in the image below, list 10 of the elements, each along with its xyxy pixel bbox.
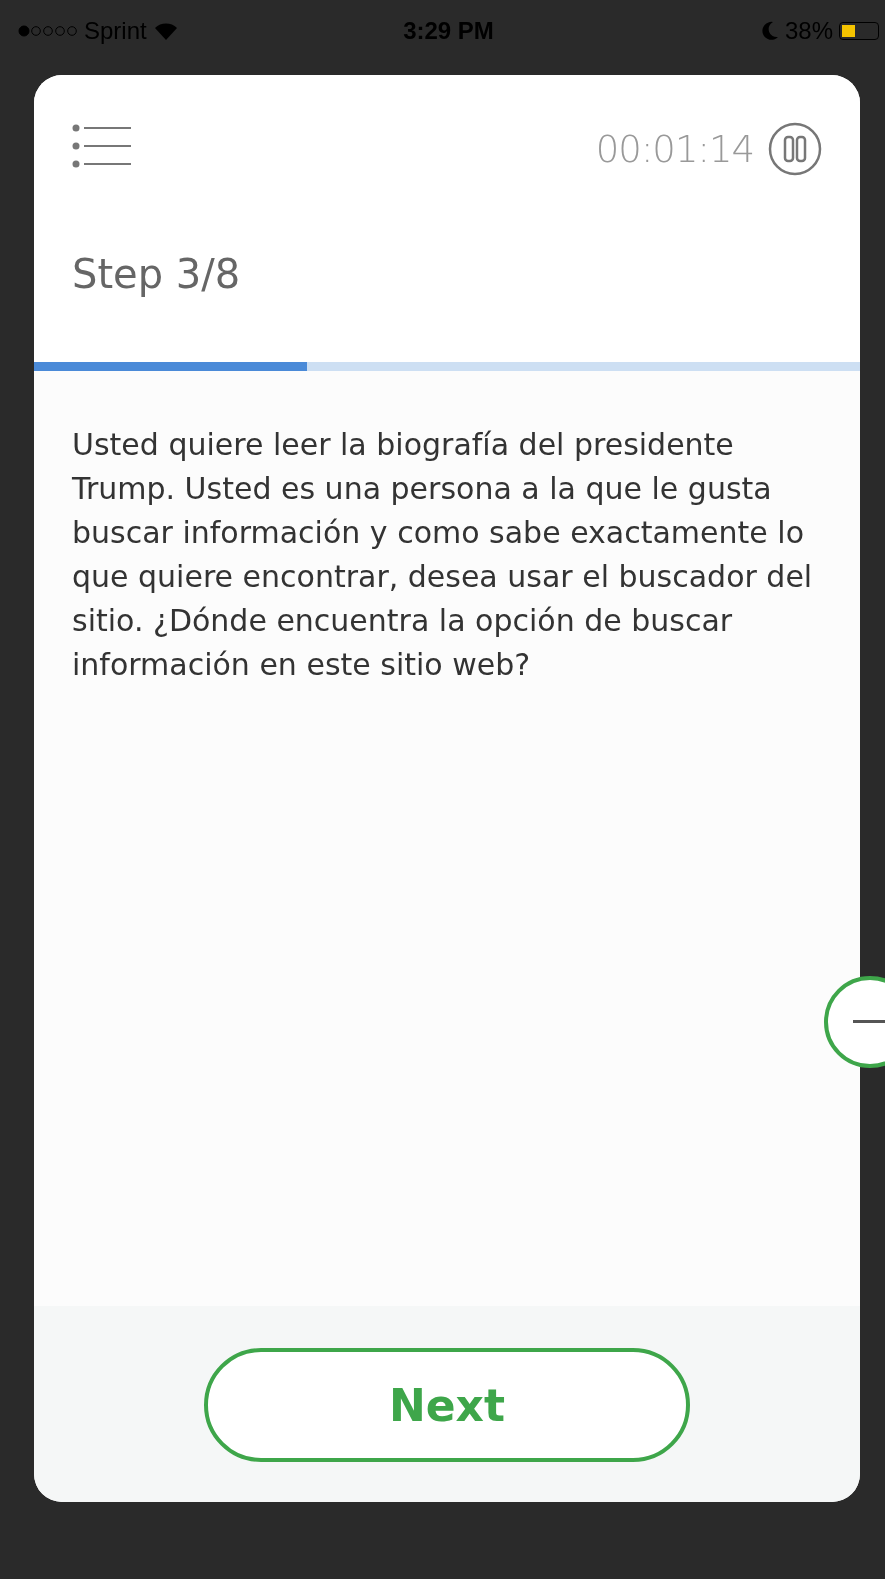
battery-icon bbox=[839, 22, 879, 40]
collapse-icon[interactable] bbox=[823, 975, 885, 1069]
pause-button[interactable] bbox=[768, 122, 822, 176]
next-button[interactable]: Next bbox=[204, 1348, 690, 1462]
step-counter: Step 3/8 bbox=[72, 251, 242, 297]
wifi-icon bbox=[152, 21, 179, 41]
signal-icon bbox=[18, 24, 78, 38]
task-instructions: Usted quiere leer la biografía del presidente Trump. Usted es una persona a la que le gusta buscar información y como sabe exactamente lo que quiere encontrar, desea usar el buscador del sitio. ¿Dónde encuentra la opción de buscar información en este sitio web? bbox=[72, 426, 814, 684]
moon-icon bbox=[760, 21, 779, 41]
timer: 00:01:14 bbox=[595, 127, 754, 171]
